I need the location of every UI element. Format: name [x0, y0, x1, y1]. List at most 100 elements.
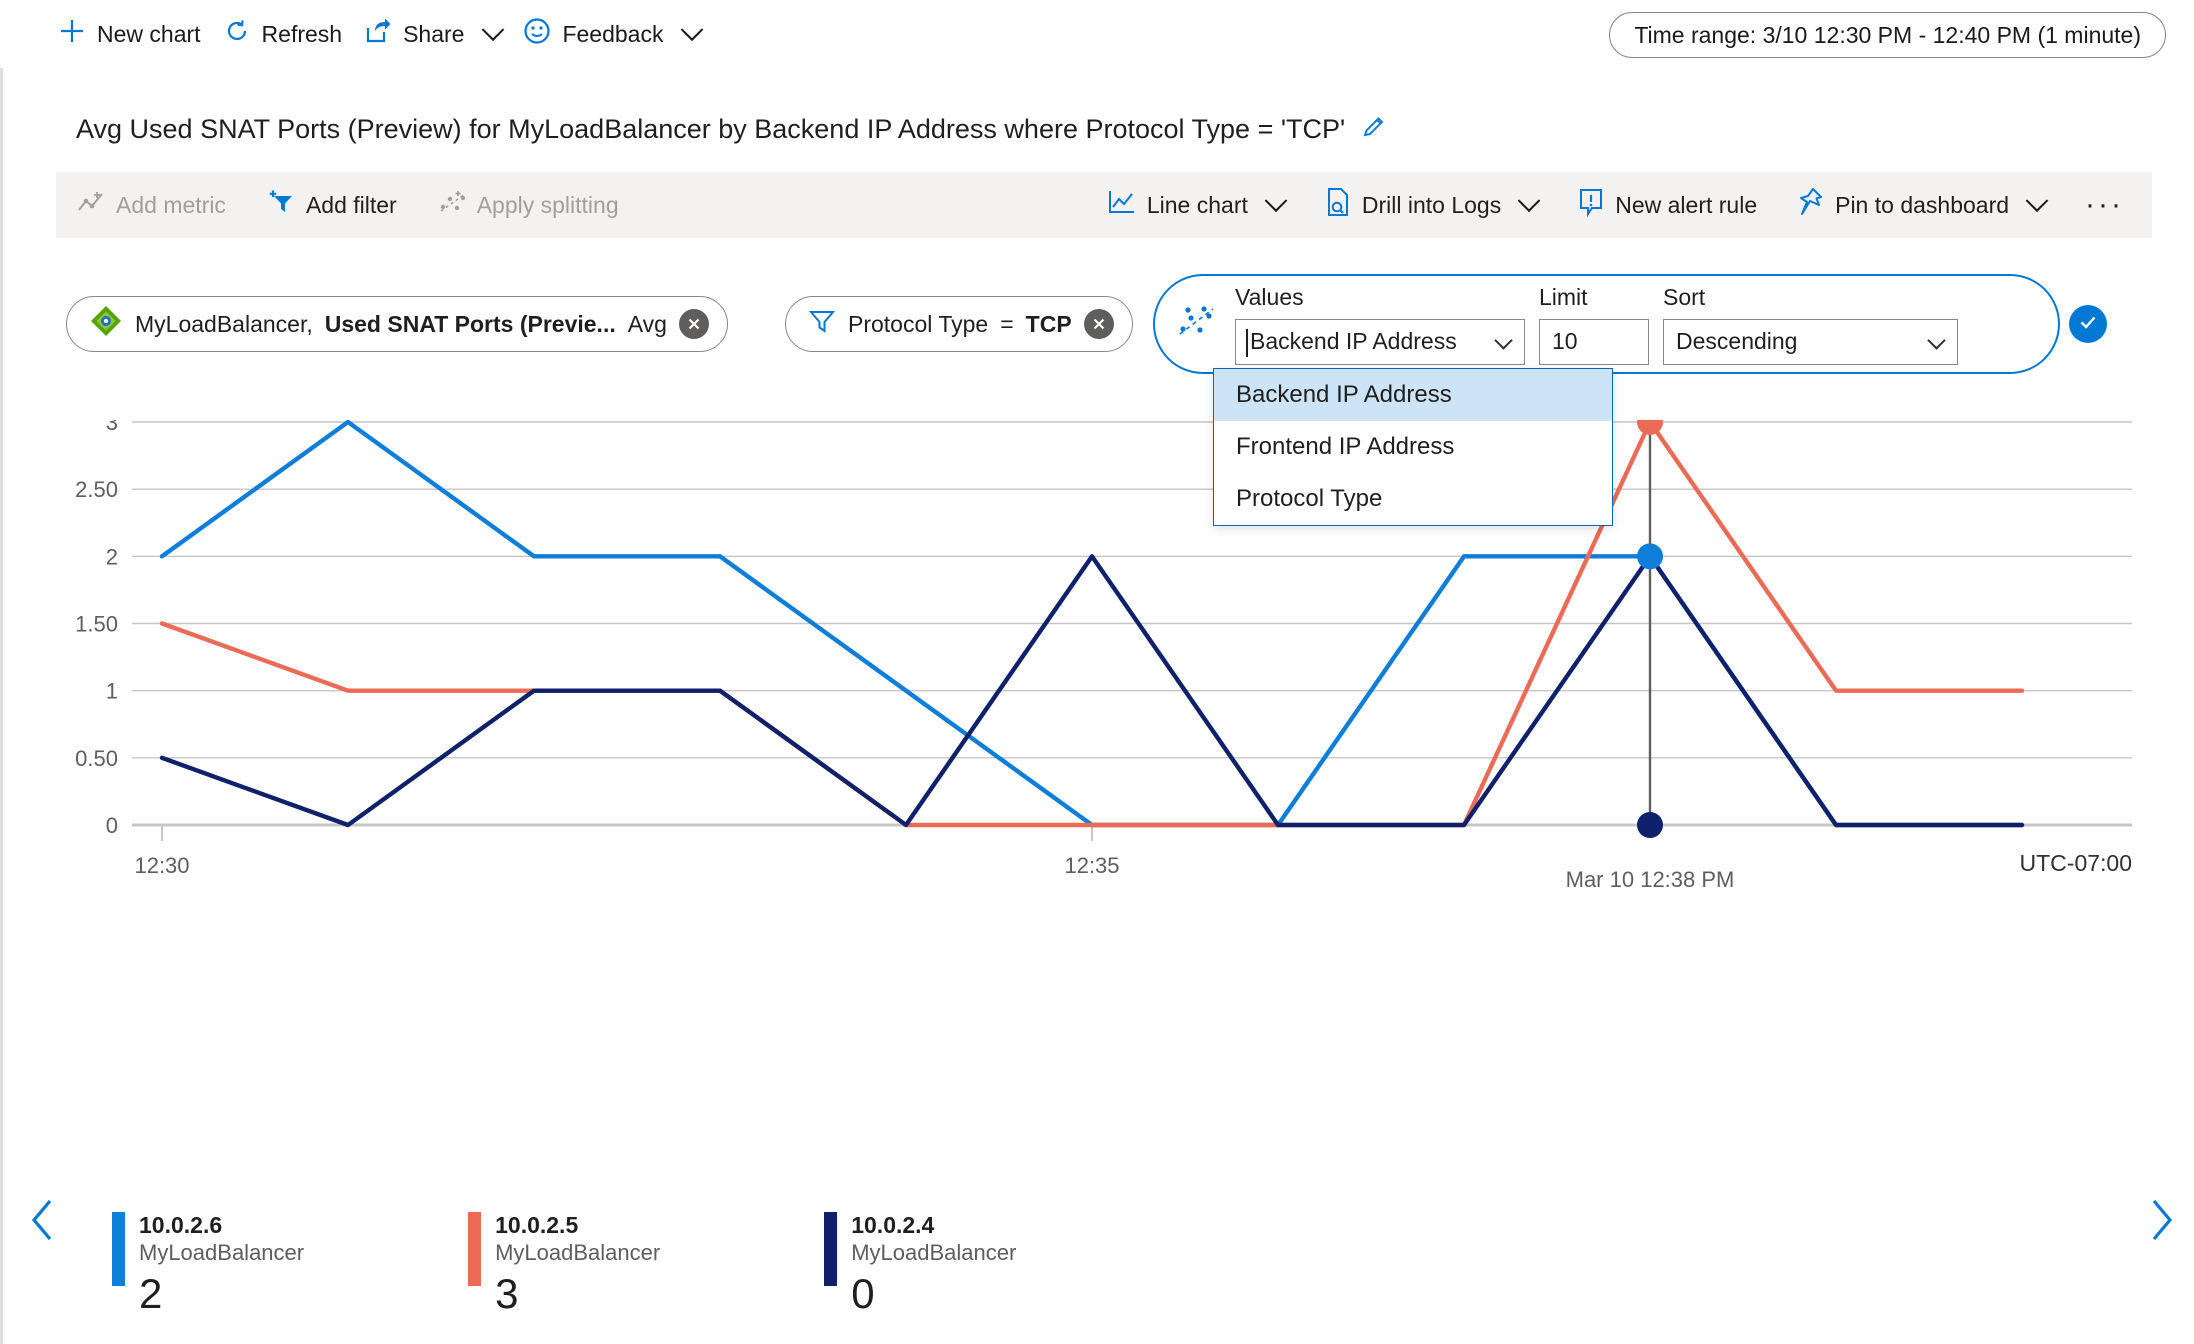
- chart-type-button[interactable]: Line chart: [1087, 172, 1304, 238]
- timezone-label: UTC-07:00: [2020, 850, 2132, 876]
- filter-pill[interactable]: Protocol Type = TCP: [785, 296, 1133, 352]
- y-axis-tick-label: 0: [106, 813, 118, 838]
- refresh-button[interactable]: Refresh: [217, 10, 359, 58]
- legend-series-name: 10.0.2.6: [139, 1212, 223, 1238]
- legend-series-name: 10.0.2.4: [851, 1212, 935, 1238]
- sort-selected-value: Descending: [1676, 328, 1798, 354]
- smiley-icon: [523, 17, 551, 51]
- y-axis-tick-label: 1.50: [75, 612, 118, 637]
- values-selected-value: Backend IP Address: [1250, 328, 1457, 354]
- line-chart-icon: [1107, 188, 1137, 222]
- time-range-picker[interactable]: Time range: 3/10 12:30 PM - 12:40 PM (1 …: [1609, 12, 2166, 58]
- filter-plus-icon: [266, 189, 296, 221]
- y-axis-tick-label: 3: [106, 420, 118, 435]
- legend-color-swatch: [824, 1212, 838, 1286]
- dropdown-option-backend-ip-address[interactable]: Backend IP Address: [1214, 369, 1612, 421]
- dropdown-option-frontend-ip-address[interactable]: Frontend IP Address: [1214, 421, 1612, 473]
- add-metric-label: Add metric: [116, 191, 226, 218]
- legend-series-name: 10.0.2.5: [495, 1212, 579, 1238]
- dropdown-option-label: Frontend IP Address: [1236, 433, 1455, 460]
- apply-splitting-label: Apply splitting: [476, 191, 619, 218]
- apply-splitting-button[interactable]: Apply splitting: [417, 172, 639, 238]
- sort-select[interactable]: Descending: [1663, 318, 1958, 365]
- splitting-icon: [437, 189, 467, 221]
- legend-series-resource: MyLoadBalancer: [139, 1240, 305, 1266]
- filter-pill-dimension: Protocol Type: [848, 310, 989, 337]
- chevron-down-icon: [1494, 330, 1513, 350]
- y-axis-tick-label: 0.50: [75, 746, 118, 771]
- x-axis-tick-label: 12:30: [134, 853, 189, 878]
- legend-series-value: 3: [495, 1269, 519, 1317]
- refresh-label: Refresh: [261, 20, 343, 47]
- chart-area[interactable]: 0 0.50 1 1.50 2 2.50 3 12:30 12:35 Mar 10 12:38 P…: [0, 420, 2194, 1241]
- new-alert-rule-button[interactable]: New alert rule: [1557, 172, 1777, 238]
- metrics-line-chart[interactable]: 0 0.50 1 1.50 2 2.50 3 12:30 12:35 Mar 10 12:38 P…: [0, 420, 2194, 1200]
- logs-icon: [1324, 187, 1352, 223]
- filter-icon: [808, 307, 836, 341]
- limit-input[interactable]: 10: [1539, 318, 1649, 365]
- values-dropdown-list: Backend IP Address Frontend IP Address P…: [1213, 368, 1613, 526]
- apply-splitting-confirm-button[interactable]: [2069, 305, 2107, 343]
- line-chart-label: Line chart: [1146, 191, 1248, 218]
- y-axis-tick-label: 2: [106, 544, 118, 569]
- pin-to-dashboard-button[interactable]: Pin to dashboard: [1777, 172, 2065, 238]
- pin-icon: [1797, 187, 1825, 223]
- dropdown-option-label: Protocol Type: [1236, 485, 1383, 512]
- x-axis-tick-label: 12:35: [1064, 853, 1119, 878]
- dropdown-option-label: Backend IP Address: [1236, 381, 1452, 408]
- filter-pill-value: TCP: [1025, 310, 1072, 337]
- new-chart-button[interactable]: New chart: [52, 10, 217, 58]
- splitting-editor: Values Backend IP Address Limit 10 Sort …: [1153, 274, 2060, 374]
- series-hover-marker: [1637, 812, 1663, 838]
- chevron-down-icon: [1517, 189, 1541, 213]
- chevron-down-icon: [681, 18, 704, 42]
- legend-series-resource: MyLoadBalancer: [851, 1240, 1017, 1266]
- feedback-label: Feedback: [562, 20, 664, 47]
- legend-item[interactable]: 10.0.2.4 MyLoadBalancer 0: [824, 1212, 1016, 1317]
- legend-color-swatch: [112, 1212, 125, 1286]
- remove-metric-button[interactable]: [678, 309, 709, 339]
- remove-filter-button[interactable]: [1083, 309, 1114, 339]
- previous-chart-button[interactable]: [24, 1195, 64, 1245]
- add-filter-label: Add filter: [305, 191, 397, 218]
- add-filter-button[interactable]: Add filter: [246, 172, 417, 238]
- dropdown-option-protocol-type[interactable]: Protocol Type: [1214, 473, 1612, 525]
- add-metric-button[interactable]: Add metric: [56, 172, 246, 238]
- drill-into-logs-label: Drill into Logs: [1361, 191, 1502, 218]
- more-options-button[interactable]: ···: [2065, 188, 2144, 222]
- metric-pill[interactable]: MyLoadBalancer, Used SNAT Ports (Previe.…: [66, 296, 728, 352]
- legend-item[interactable]: 10.0.2.5 MyLoadBalancer 3: [468, 1212, 660, 1317]
- drill-into-logs-button[interactable]: Drill into Logs: [1304, 172, 1557, 238]
- sort-field-group: Sort Descending: [1663, 284, 1958, 365]
- y-axis-tick-label: 2.50: [75, 477, 118, 502]
- metric-pill-scope: MyLoadBalancer,: [135, 310, 313, 337]
- feedback-button[interactable]: Feedback: [517, 10, 716, 58]
- metric-pill-aggregation: Avg: [627, 310, 667, 337]
- toolbar-right-group: Line chart Drill into Logs New alert rul…: [1087, 172, 2152, 238]
- command-bar: New chart Refresh Share Feedback Time ra…: [0, 0, 2194, 68]
- limit-value: 10: [1552, 328, 1578, 354]
- metric-icon: [76, 189, 106, 221]
- crosshair-timestamp-label: Mar 10 12:38 PM: [1566, 867, 1735, 892]
- new-alert-rule-label: New alert rule: [1615, 191, 1758, 218]
- resource-icon: [89, 304, 123, 344]
- alert-icon: [1577, 187, 1605, 223]
- limit-field-group: Limit 10: [1539, 284, 1649, 365]
- series-hover-marker: [1637, 543, 1663, 570]
- share-button[interactable]: Share: [358, 10, 517, 58]
- edit-pencil-icon[interactable]: [1361, 114, 1387, 145]
- filter-pill-operator: =: [1000, 310, 1014, 337]
- legend-item[interactable]: 10.0.2.6 MyLoadBalancer 2: [112, 1212, 304, 1317]
- chevron-down-icon: [482, 18, 505, 42]
- legend-series-resource: MyLoadBalancer: [495, 1240, 661, 1266]
- metrics-explorer: New chart Refresh Share Feedback Time ra…: [0, 0, 2194, 1344]
- values-select[interactable]: Backend IP Address: [1235, 318, 1525, 365]
- splitting-icon: [1177, 305, 1217, 344]
- chart-title-row: Avg Used SNAT Ports (Preview) for MyLoad…: [0, 105, 2194, 153]
- legend-series-value: 0: [851, 1269, 875, 1317]
- chevron-down-icon: [2025, 189, 2049, 213]
- new-chart-label: New chart: [97, 20, 201, 47]
- metric-pill-metric: Used SNAT Ports (Previe...: [324, 310, 616, 337]
- page-title: Avg Used SNAT Ports (Preview) for MyLoad…: [76, 113, 1346, 144]
- next-chart-button[interactable]: [2140, 1195, 2180, 1245]
